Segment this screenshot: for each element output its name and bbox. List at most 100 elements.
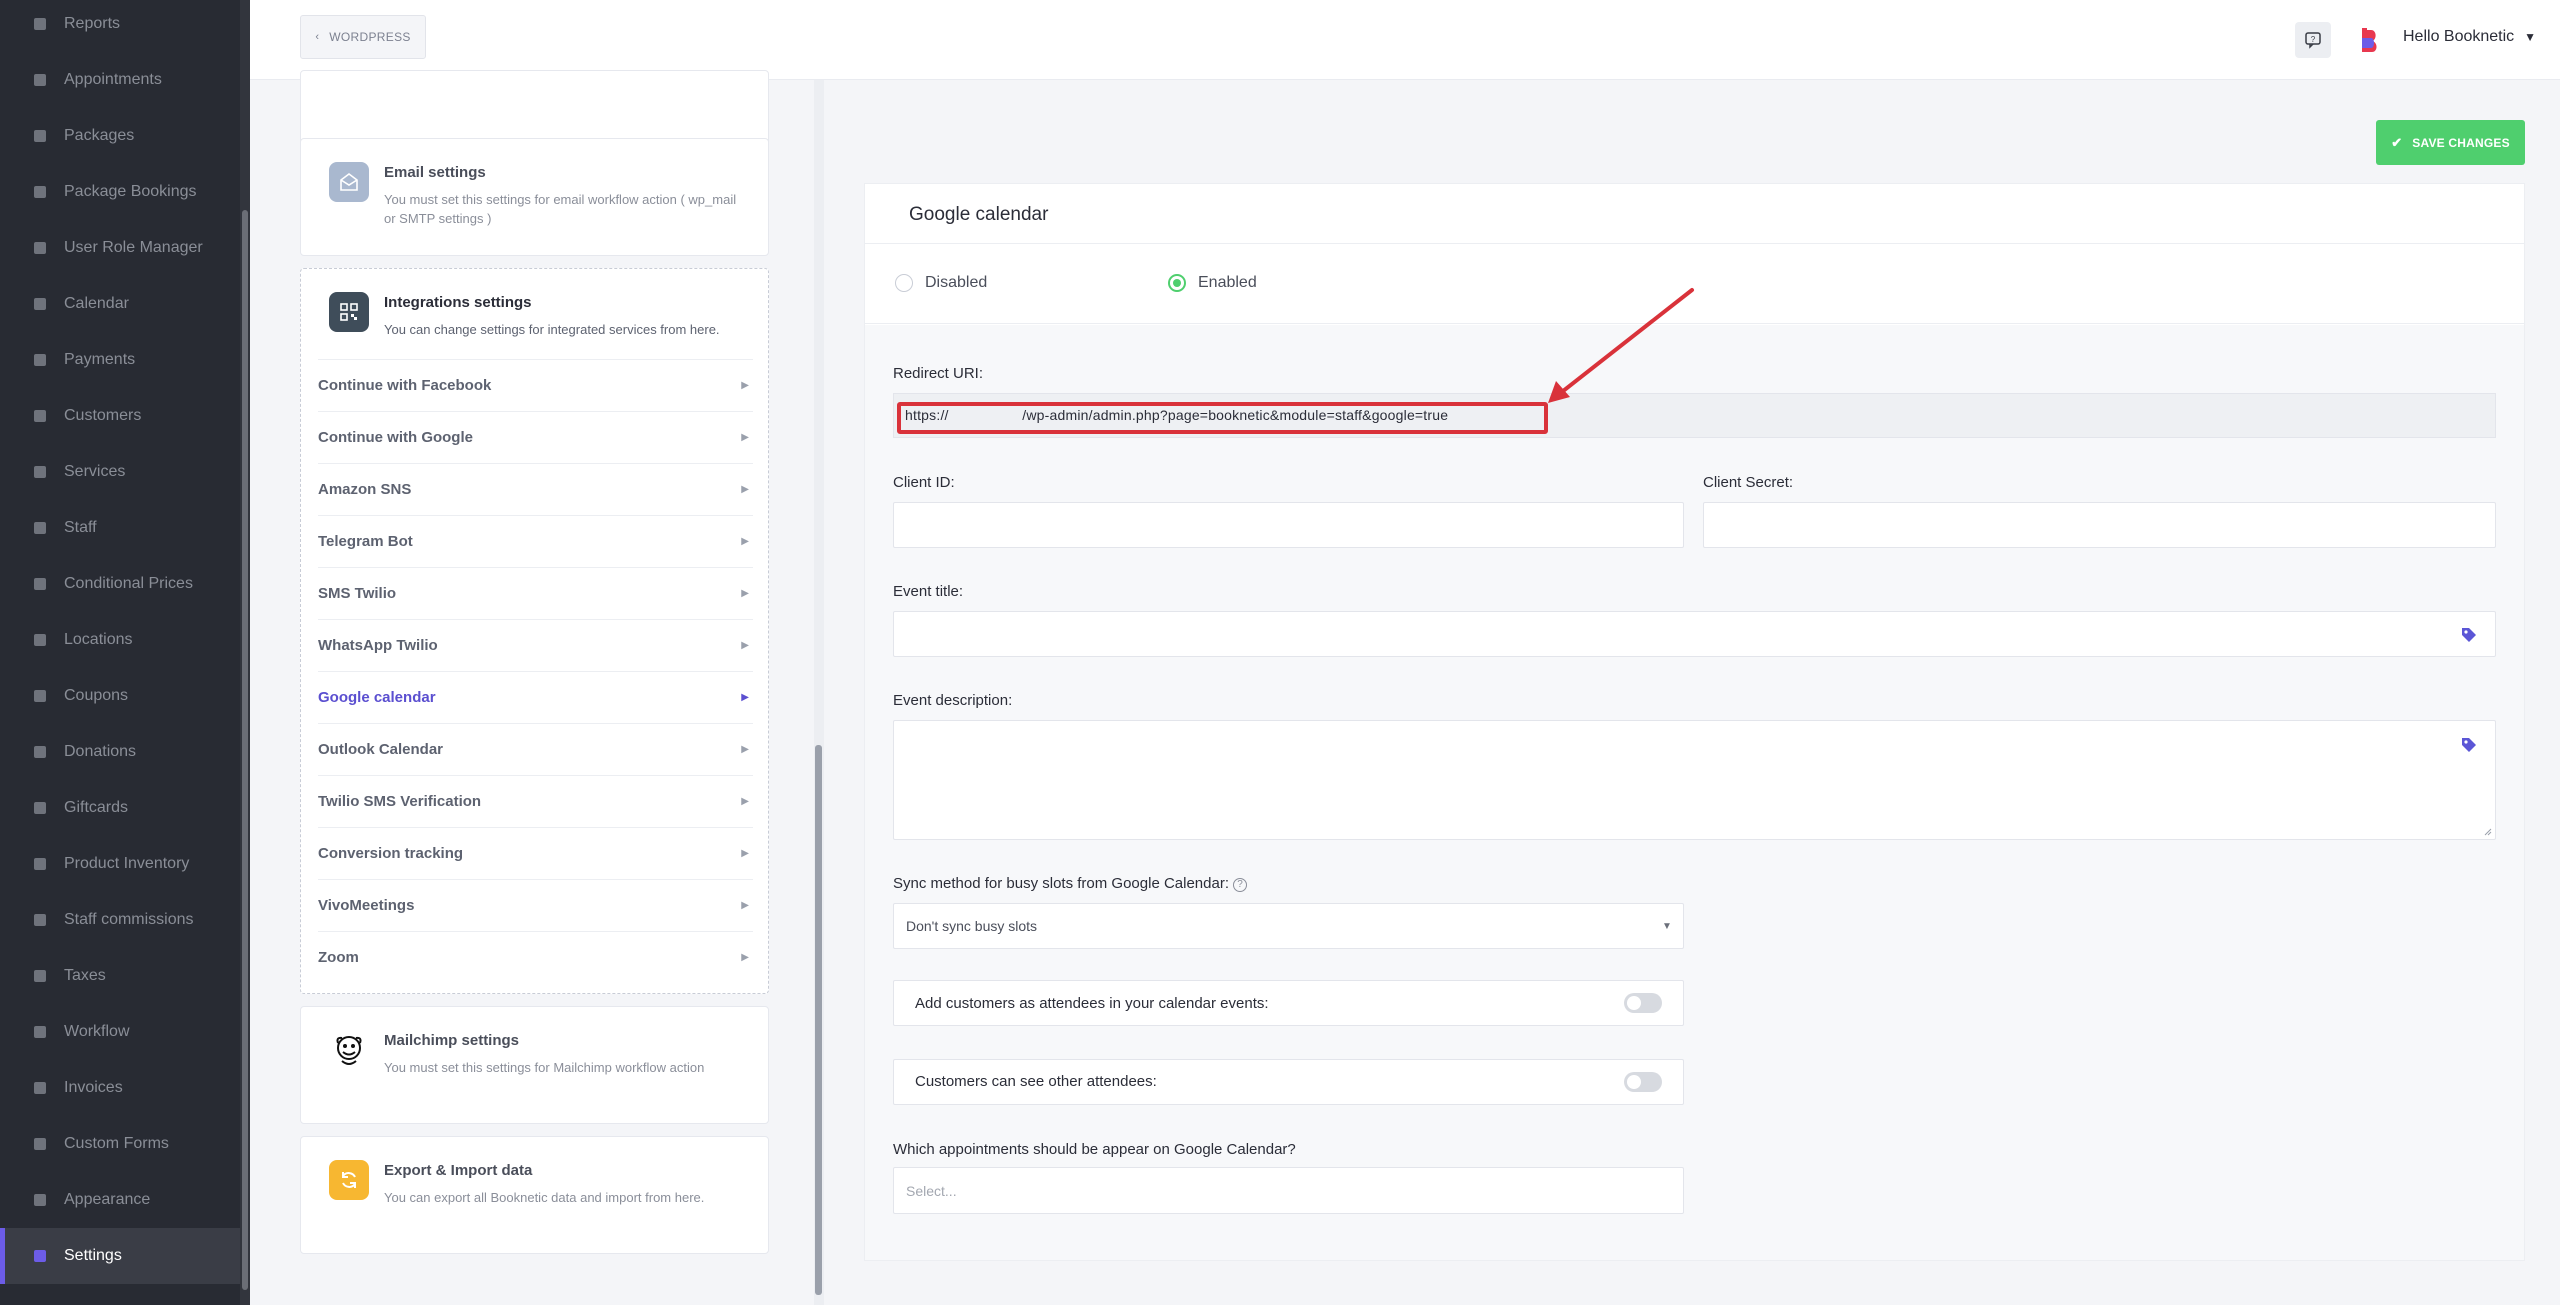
question-circle-icon[interactable]: ? [1233,878,1247,892]
list-icon [31,463,49,481]
integration-item-google-calendar[interactable]: Google calendar ▶ [318,671,753,723]
integration-item-continue-with-google[interactable]: Continue with Google ▶ [318,411,753,463]
chevron-down-icon: ▼ [2524,30,2537,44]
calendar-icon [31,295,49,313]
integration-item-vivomeetings[interactable]: VivoMeetings ▶ [318,879,753,931]
integration-item-continue-with-facebook[interactable]: Continue with Facebook ▶ [318,359,753,411]
sidebar-scrollbar-thumb[interactable] [242,210,248,1290]
sidebar-item-label: Conditional Prices [64,575,193,592]
client-secret-input[interactable] [1703,502,2496,548]
disabled-radio[interactable]: Disabled [895,274,987,292]
back-to-wordpress-button[interactable]: ‹ WORDPRESS [300,15,426,59]
event-title-input[interactable] [893,611,2496,657]
sidebar-item-services[interactable]: Services [0,444,240,500]
integration-item-zoom[interactable]: Zoom ▶ [318,931,753,983]
which-appointments-select[interactable] [893,1167,1684,1214]
sidebar-item-donations[interactable]: Donations [0,724,240,780]
sidebar-item-label: Invoices [64,1079,123,1096]
sidebar-item-settings[interactable]: Settings [0,1228,240,1284]
credit-card-icon [31,351,49,369]
integration-item-label: Amazon SNS [318,481,412,498]
sidebar-item-label: User Role Manager [64,239,203,256]
email-settings-title: Email settings [384,164,486,181]
which-appointments-label: Which appointments should be appear on G… [893,1141,1296,1158]
sidebar-item-taxes[interactable]: Taxes [0,948,240,1004]
user-menu[interactable]: Hello Booknetic ▼ [2403,28,2536,46]
integration-item-whatsapp-twilio[interactable]: WhatsApp Twilio ▶ [318,619,753,671]
inbox-icon [31,183,49,201]
sidebar-item-custom-forms[interactable]: Custom Forms [0,1116,240,1172]
integration-item-sms-twilio[interactable]: SMS Twilio ▶ [318,567,753,619]
inventory-icon [31,855,49,873]
integration-item-telegram-bot[interactable]: Telegram Bot ▶ [318,515,753,567]
sidebar-item-giftcards[interactable]: Giftcards [0,780,240,836]
client-id-input[interactable] [893,502,1684,548]
booknetic-logo-icon [2362,28,2377,52]
forms-icon [31,1135,49,1153]
resize-grip-icon[interactable] [2482,826,2492,836]
email-settings-card[interactable]: Email settings You must set this setting… [300,138,769,256]
sidebar-item-staff[interactable]: Staff [0,500,240,556]
integrations-desc: You can change settings for integrated s… [384,322,720,337]
see-attendees-toggle[interactable] [1624,1072,1662,1092]
integrations-grid-icon [329,292,369,332]
export-import-card[interactable]: Export & Import data You can export all … [300,1136,769,1254]
integration-item-label: Telegram Bot [318,533,413,550]
sidebar: Reports Appointments Packages Package Booki… [0,0,250,1305]
integration-item-label: Twilio SMS Verification [318,793,482,810]
caret-right-icon: ▶ [741,432,749,443]
sidebar-item-label: Package Bookings [64,183,197,200]
sidebar-item-product-inventory[interactable]: Product Inventory [0,836,240,892]
tag-icon[interactable] [2460,626,2478,644]
boxes-icon [31,127,49,145]
see-attendees-label: Customers can see other attendees: [915,1073,1157,1090]
back-to-wordpress-label: WORDPRESS [329,30,411,44]
sidebar-item-label: Product Inventory [64,855,190,872]
percent-icon [31,967,49,985]
tag-icon[interactable] [2460,736,2478,754]
sidebar-item-label: Services [64,463,126,480]
integration-item-outlook-calendar[interactable]: Outlook Calendar ▶ [318,723,753,775]
sidebar-item-workflow[interactable]: Workflow [0,1004,240,1060]
sidebar-item-label: Donations [64,743,137,760]
add-attendees-toggle[interactable] [1624,993,1662,1013]
save-changes-button[interactable]: ✔ SAVE CHANGES [2376,120,2525,165]
sidebar-item-payments[interactable]: Payments [0,332,240,388]
sidebar-item-appearance[interactable]: Appearance [0,1172,240,1228]
sync-icon [329,1160,369,1200]
caret-right-icon: ▶ [741,692,749,703]
sidebar-item-user-role-manager[interactable]: User Role Manager [0,220,240,276]
sidebar-item-coupons[interactable]: Coupons [0,668,240,724]
caret-right-icon: ▶ [741,536,749,547]
sidebar-item-package-bookings[interactable]: Package Bookings [0,164,240,220]
settings-menu-scrollbar-thumb[interactable] [815,745,822,1295]
enabled-radio-label: Enabled [1198,274,1257,291]
page-title: Google calendar [909,204,1049,225]
sidebar-item-staff-commissions[interactable]: Staff commissions [0,892,240,948]
integration-item-label: WhatsApp Twilio [318,637,438,654]
integration-item-twilio-sms-verification[interactable]: Twilio SMS Verification ▶ [318,775,753,827]
integration-item-label: Conversion tracking [318,845,464,862]
event-description-textarea[interactable] [893,720,2496,840]
sidebar-item-reports[interactable]: Reports [0,0,240,52]
event-description-label: Event description: [893,692,1013,709]
sidebar-item-conditional-prices[interactable]: Conditional Prices [0,556,240,612]
sidebar-item-label: Staff commissions [64,911,194,928]
mailchimp-settings-card[interactable]: Mailchimp settings You must set this set… [300,1006,769,1124]
sidebar-item-locations[interactable]: Locations [0,612,240,668]
enabled-radio[interactable]: Enabled [1168,274,1257,292]
integration-item-amazon-sns[interactable]: Amazon SNS ▶ [318,463,753,515]
mailchimp-title: Mailchimp settings [384,1032,520,1049]
sidebar-item-packages[interactable]: Packages [0,108,240,164]
help-button[interactable]: ? [2295,22,2331,58]
integration-item-conversion-tracking[interactable]: Conversion tracking ▶ [318,827,753,879]
envelope-icon [329,162,369,202]
sidebar-item-customers[interactable]: Customers [0,388,240,444]
caret-right-icon: ▶ [741,952,749,963]
sidebar-item-invoices[interactable]: Invoices [0,1060,240,1116]
sidebar-item-calendar[interactable]: Calendar [0,276,240,332]
sidebar-item-appointments[interactable]: Appointments [0,52,240,108]
caret-down-icon: ▼ [1662,921,1672,932]
user-greeting: Hello Booknetic [2403,28,2515,45]
caret-right-icon: ▶ [741,588,749,599]
